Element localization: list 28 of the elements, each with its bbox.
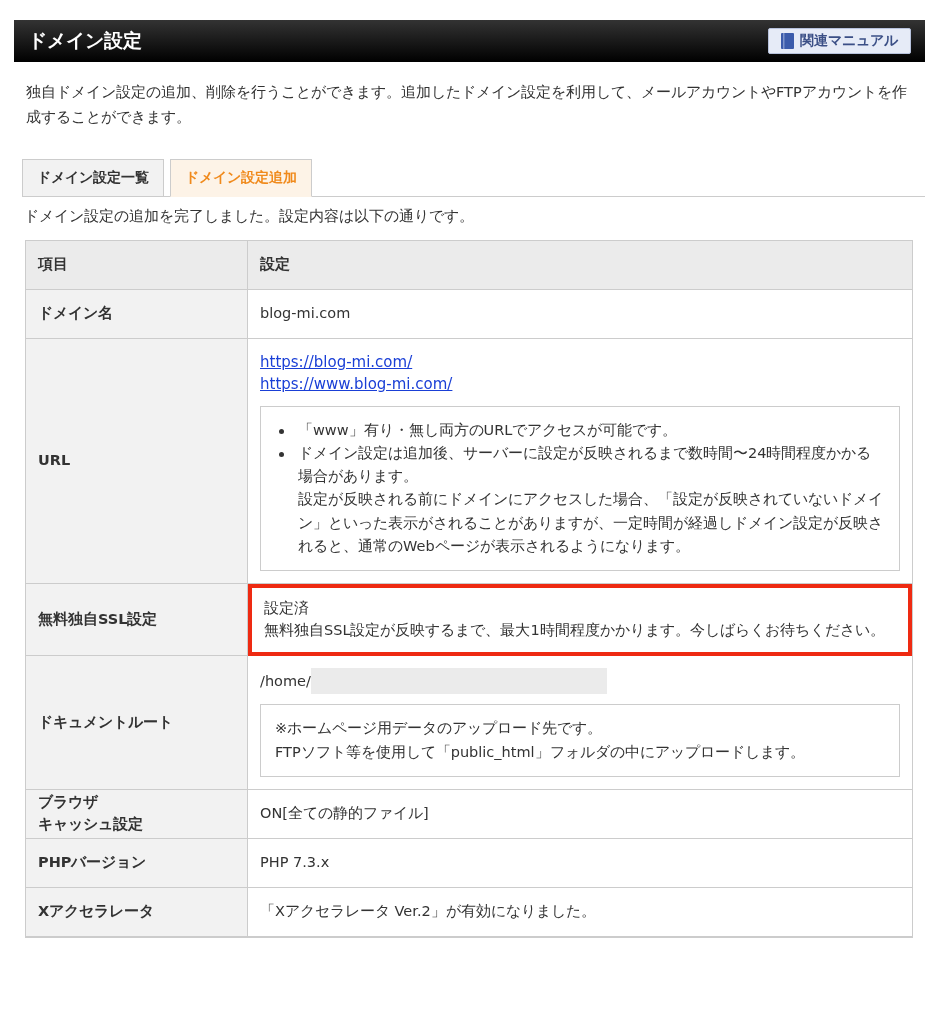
- row-label: キャッシュ設定: [38, 814, 143, 834]
- row-label: ブラウザ: [38, 793, 99, 812]
- row-label: ドキュメントルート: [38, 712, 173, 732]
- path-text: /home/: [260, 671, 311, 691]
- page-title: ドメイン設定: [28, 28, 142, 53]
- note-text: 「www」有り・無し両方のURLでアクセスが可能です。: [298, 420, 678, 440]
- note-text: 設定が反映される前にドメインにアクセスした場合、「設定が反映されていないドメイン」といった表示がされることがありますが、一定時間が経過しドメイン設定が反映されると、通常のWebページが表示されるようになります。: [298, 490, 884, 556]
- bullet-icon: [279, 451, 284, 457]
- note-text: FTPソフト等を使用して「public_html」フォルダの中にアップロードします。: [275, 742, 806, 762]
- row-label: Xアクセラレータ: [38, 901, 155, 921]
- row-label: URL: [38, 450, 71, 470]
- note-text: ※ホームページ用データのアップロード先です。: [275, 719, 604, 739]
- tab[interactable]: ドメイン設定一覧: [22, 158, 164, 197]
- cell-text: 設定済: [264, 598, 310, 618]
- url-link[interactable]: https://blog-mi.com/: [260, 350, 413, 374]
- column-header: 設定: [248, 240, 912, 290]
- description-text: 独自ドメイン設定の追加、削除を行うことができます。追加したドメイン設定を利用して、メールアカウントやFTPアカウントを作成することができます。: [26, 83, 908, 128]
- row-label: 無料独自SSL設定: [38, 609, 158, 629]
- url-link[interactable]: https://www.blog-mi.com/: [260, 373, 453, 396]
- manual-button[interactable]: 関連マニュアル: [768, 28, 911, 54]
- status-message: ドメイン設定の追加を完了しました。設定内容は以下の通りです。: [24, 206, 475, 226]
- row-label: ドメイン名: [38, 303, 113, 323]
- column-header: 項目: [26, 240, 248, 290]
- note-text: ドメイン設定は追加後、サーバーに設定が反映されるまで数時間〜24時間程度かかる場合があります。: [298, 443, 873, 487]
- cell-text: 無料独自SSL設定が反映するまで、最大1時間程度かかります。今しばらくお待ちください。: [264, 620, 886, 640]
- bullet-icon: [279, 428, 284, 434]
- row-label: PHPバージョン: [38, 852, 147, 872]
- book-icon: [781, 33, 794, 49]
